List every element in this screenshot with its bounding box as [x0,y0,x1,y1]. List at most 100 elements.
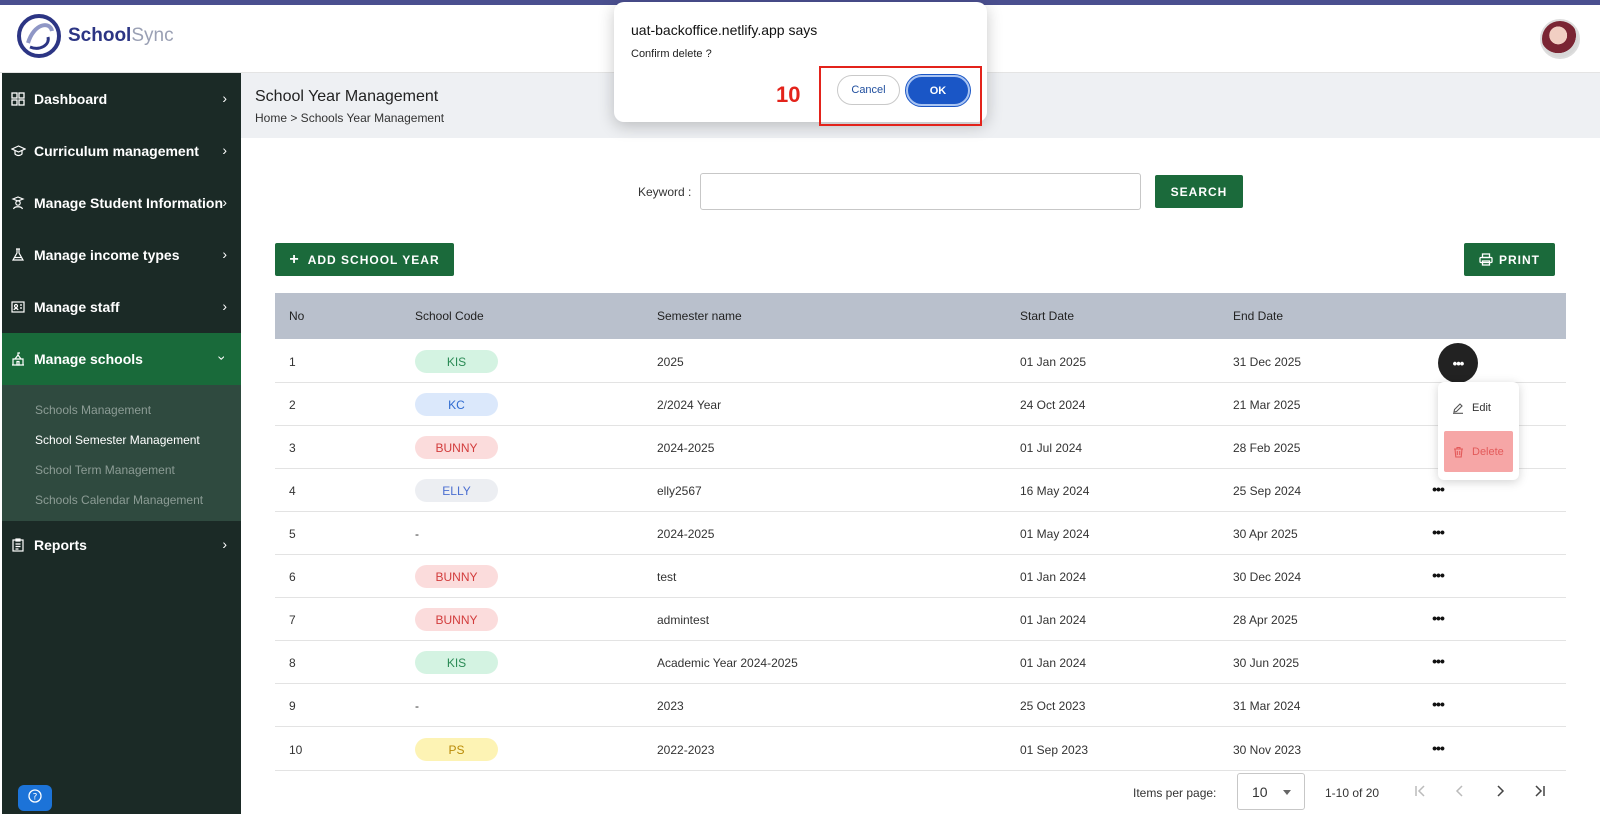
delete-menu-item[interactable]: Delete [1444,431,1513,472]
cell-end-date: 30 Dec 2024 [1233,570,1302,584]
cell-no: 1 [289,355,296,369]
chevron-right-icon: › [222,194,227,210]
first-page-button[interactable] [1409,779,1433,803]
column-header-no[interactable]: No [289,309,304,323]
sidebar-item-reports[interactable]: Reports › [2,519,241,571]
keyword-input[interactable] [700,173,1141,210]
school-code-badge: KC [415,393,498,416]
last-page-button[interactable] [1527,779,1551,803]
table-row: 5 - 2024-2025 01 May 2024 30 Apr 2025 ••… [275,512,1566,555]
cell-no: 6 [289,570,296,584]
cell-end-date: 30 Jun 2025 [1233,656,1300,670]
cell-start-date: 01 Jul 2024 [1020,441,1083,455]
next-page-button[interactable] [1488,779,1512,803]
sidebar-item-income-types[interactable]: Manage income types › [2,229,241,281]
cell-school-code: - [415,527,419,541]
row-actions-button[interactable]: ••• [1426,477,1450,501]
dialog-message: Confirm delete ? [631,48,712,60]
table-row: 3 BUNNY 2024-2025 01 Jul 2024 28 Feb 202… [275,426,1566,469]
chevron-right-icon: › [222,246,227,262]
print-label: PRINT [1499,252,1540,267]
sidebar-item-label: Manage staff [34,299,120,315]
items-per-page-select[interactable]: 10 [1237,773,1305,810]
cell-no: 3 [289,441,296,455]
column-header-semester-name[interactable]: Semester name [657,309,742,323]
cell-semester-name: Academic Year 2024-2025 [657,656,798,670]
delete-label: Delete [1472,445,1504,458]
row-actions-button[interactable]: ••• [1426,563,1450,587]
clipboard-icon [10,537,26,553]
school-code-badge: BUNNY [415,608,498,631]
submenu-school-semester-management[interactable]: School Semester Management [35,433,200,447]
table-row: 4 ELLY elly2567 16 May 2024 25 Sep 2024 … [275,469,1566,512]
row-actions-menu: Edit Delete [1438,382,1519,480]
graduation-cap-icon [10,143,26,159]
sidebar-item-label: Dashboard [34,91,108,107]
flask-icon [10,247,26,263]
search-button[interactable]: SEARCH [1155,175,1243,208]
row-actions-button[interactable]: ••• [1426,606,1450,630]
dialog-ok-button[interactable]: OK [906,75,970,106]
sidebar-item-dashboard[interactable]: Dashboard › [2,73,241,125]
step-number-annotation: 10 [776,82,801,107]
submenu-schools-calendar-management[interactable]: Schools Calendar Management [35,493,203,507]
cell-start-date: 25 Oct 2023 [1020,699,1086,713]
keyword-label: Keyword : [638,185,692,199]
previous-page-button[interactable] [1448,779,1472,803]
table-row: 8 KIS Academic Year 2024-2025 01 Jan 202… [275,641,1566,684]
row-actions-button[interactable]: ••• [1426,649,1450,673]
sidebar-item-manage-schools[interactable]: Manage schools › [2,333,241,385]
school-icon [10,351,26,367]
column-header-end-date[interactable]: End Date [1233,309,1283,323]
chevron-down-icon: › [214,355,231,361]
items-per-page-label: Items per page: [1133,786,1217,800]
row-actions-button[interactable]: ••• [1426,520,1450,544]
page-title: School Year Management [255,88,439,105]
sidebar-item-student-info[interactable]: Manage Student Information › [2,177,241,229]
row-actions-button[interactable]: ••• [1438,343,1478,383]
cell-semester-name: elly2567 [657,484,702,498]
cell-start-date: 01 Sep 2023 [1020,743,1089,757]
cell-end-date: 28 Apr 2025 [1233,613,1298,627]
dialog-cancel-button[interactable]: Cancel [837,75,900,105]
logo-mark-icon [16,13,62,59]
sidebar-item-label: Curriculum management [34,143,199,159]
sidebar-item-label: Manage income types [34,247,180,263]
cell-end-date: 31 Mar 2024 [1233,699,1301,713]
column-header-school-code[interactable]: School Code [415,309,484,323]
cell-start-date: 01 Jan 2024 [1020,570,1087,584]
column-header-start-date[interactable]: Start Date [1020,309,1074,323]
submenu-school-term-management[interactable]: School Term Management [35,463,175,477]
cell-semester-name: 2024-2025 [657,527,715,541]
row-actions-button[interactable]: ••• [1426,692,1450,716]
row-actions-button[interactable]: ••• [1426,736,1450,760]
svg-text:?: ? [33,792,38,802]
caret-down-icon [1283,790,1291,795]
cell-no: 4 [289,484,296,498]
sidebar-item-label: Manage schools [34,351,143,367]
table-row: 7 BUNNY admintest 01 Jan 2024 28 Apr 202… [275,598,1566,641]
dialog-title: uat-backoffice.netlify.app says [631,22,818,38]
cell-no: 9 [289,699,296,713]
cell-semester-name: test [657,570,677,584]
help-button[interactable]: ? [18,785,52,811]
confirm-dialog: uat-backoffice.netlify.app says Confirm … [614,2,987,126]
cell-end-date: 30 Apr 2025 [1233,527,1298,541]
cell-semester-name: 2/2024 Year [657,398,722,412]
sidebar-item-label: Reports [34,537,87,553]
first-page-icon [1414,785,1428,797]
cell-end-date: 28 Feb 2025 [1233,441,1301,455]
sidebar-item-staff[interactable]: Manage staff › [2,281,241,333]
cell-end-date: 21 Mar 2025 [1233,398,1301,412]
app-logo[interactable]: SchoolSync [16,13,174,59]
cell-start-date: 24 Oct 2024 [1020,398,1086,412]
table-row: 6 BUNNY test 01 Jan 2024 30 Dec 2024 ••• [275,555,1566,598]
submenu-schools-management[interactable]: Schools Management [35,403,151,417]
print-button[interactable]: PRINT [1464,243,1555,276]
edit-menu-item[interactable]: Edit [1446,398,1511,418]
user-avatar[interactable] [1540,19,1580,59]
sidebar-item-curriculum[interactable]: Curriculum management › [2,125,241,177]
school-code-badge: BUNNY [415,436,498,459]
add-school-year-button[interactable]: + ADD SCHOOL YEAR [275,243,454,276]
cell-start-date: 01 Jan 2024 [1020,613,1087,627]
